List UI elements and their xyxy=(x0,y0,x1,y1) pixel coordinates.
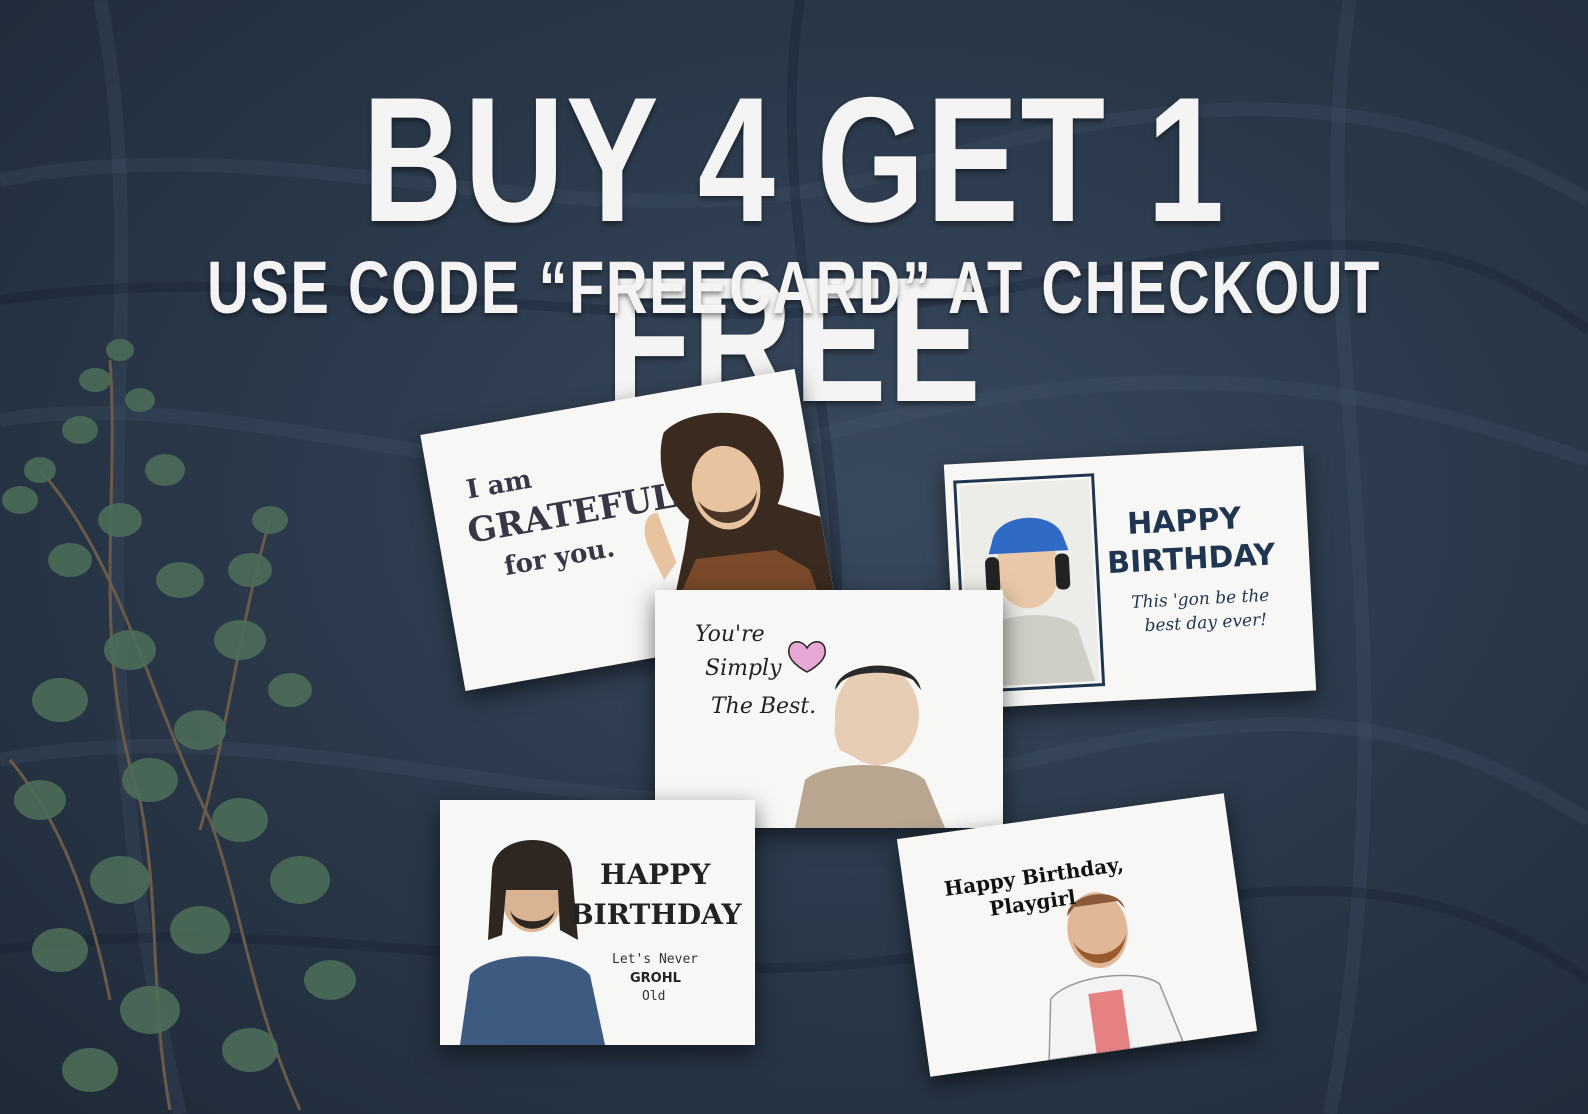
card-playgirl[interactable]: Happy Birthday, Playgirl xyxy=(896,793,1258,1077)
card-playgirl-illustration xyxy=(1048,892,1184,1061)
card-grohl-line5: Old xyxy=(642,989,666,1004)
card-simply-best-line2: Simply xyxy=(705,656,782,681)
card-grohl-line1: HAPPY xyxy=(600,858,711,891)
card-simply-best[interactable]: You're Simply The Best. xyxy=(655,590,1003,828)
card-birthday-mac-line1: HAPPY xyxy=(1126,501,1243,543)
card-grohl-line3: Let's Never xyxy=(612,952,699,967)
card-simply-best-line1: You're xyxy=(695,622,765,647)
card-grohl-line2: BIRTHDAY xyxy=(570,898,742,931)
card-simply-best-line3: The Best. xyxy=(711,694,817,719)
promo-code-line: USE CODE “FREECARD” AT CHECKOUT xyxy=(207,246,1381,329)
heart-icon xyxy=(788,641,826,673)
card-grohl-line4: GROHL xyxy=(630,971,681,986)
card-grohl[interactable]: HAPPY BIRTHDAY Let's Never GROHL Old xyxy=(440,800,755,1045)
